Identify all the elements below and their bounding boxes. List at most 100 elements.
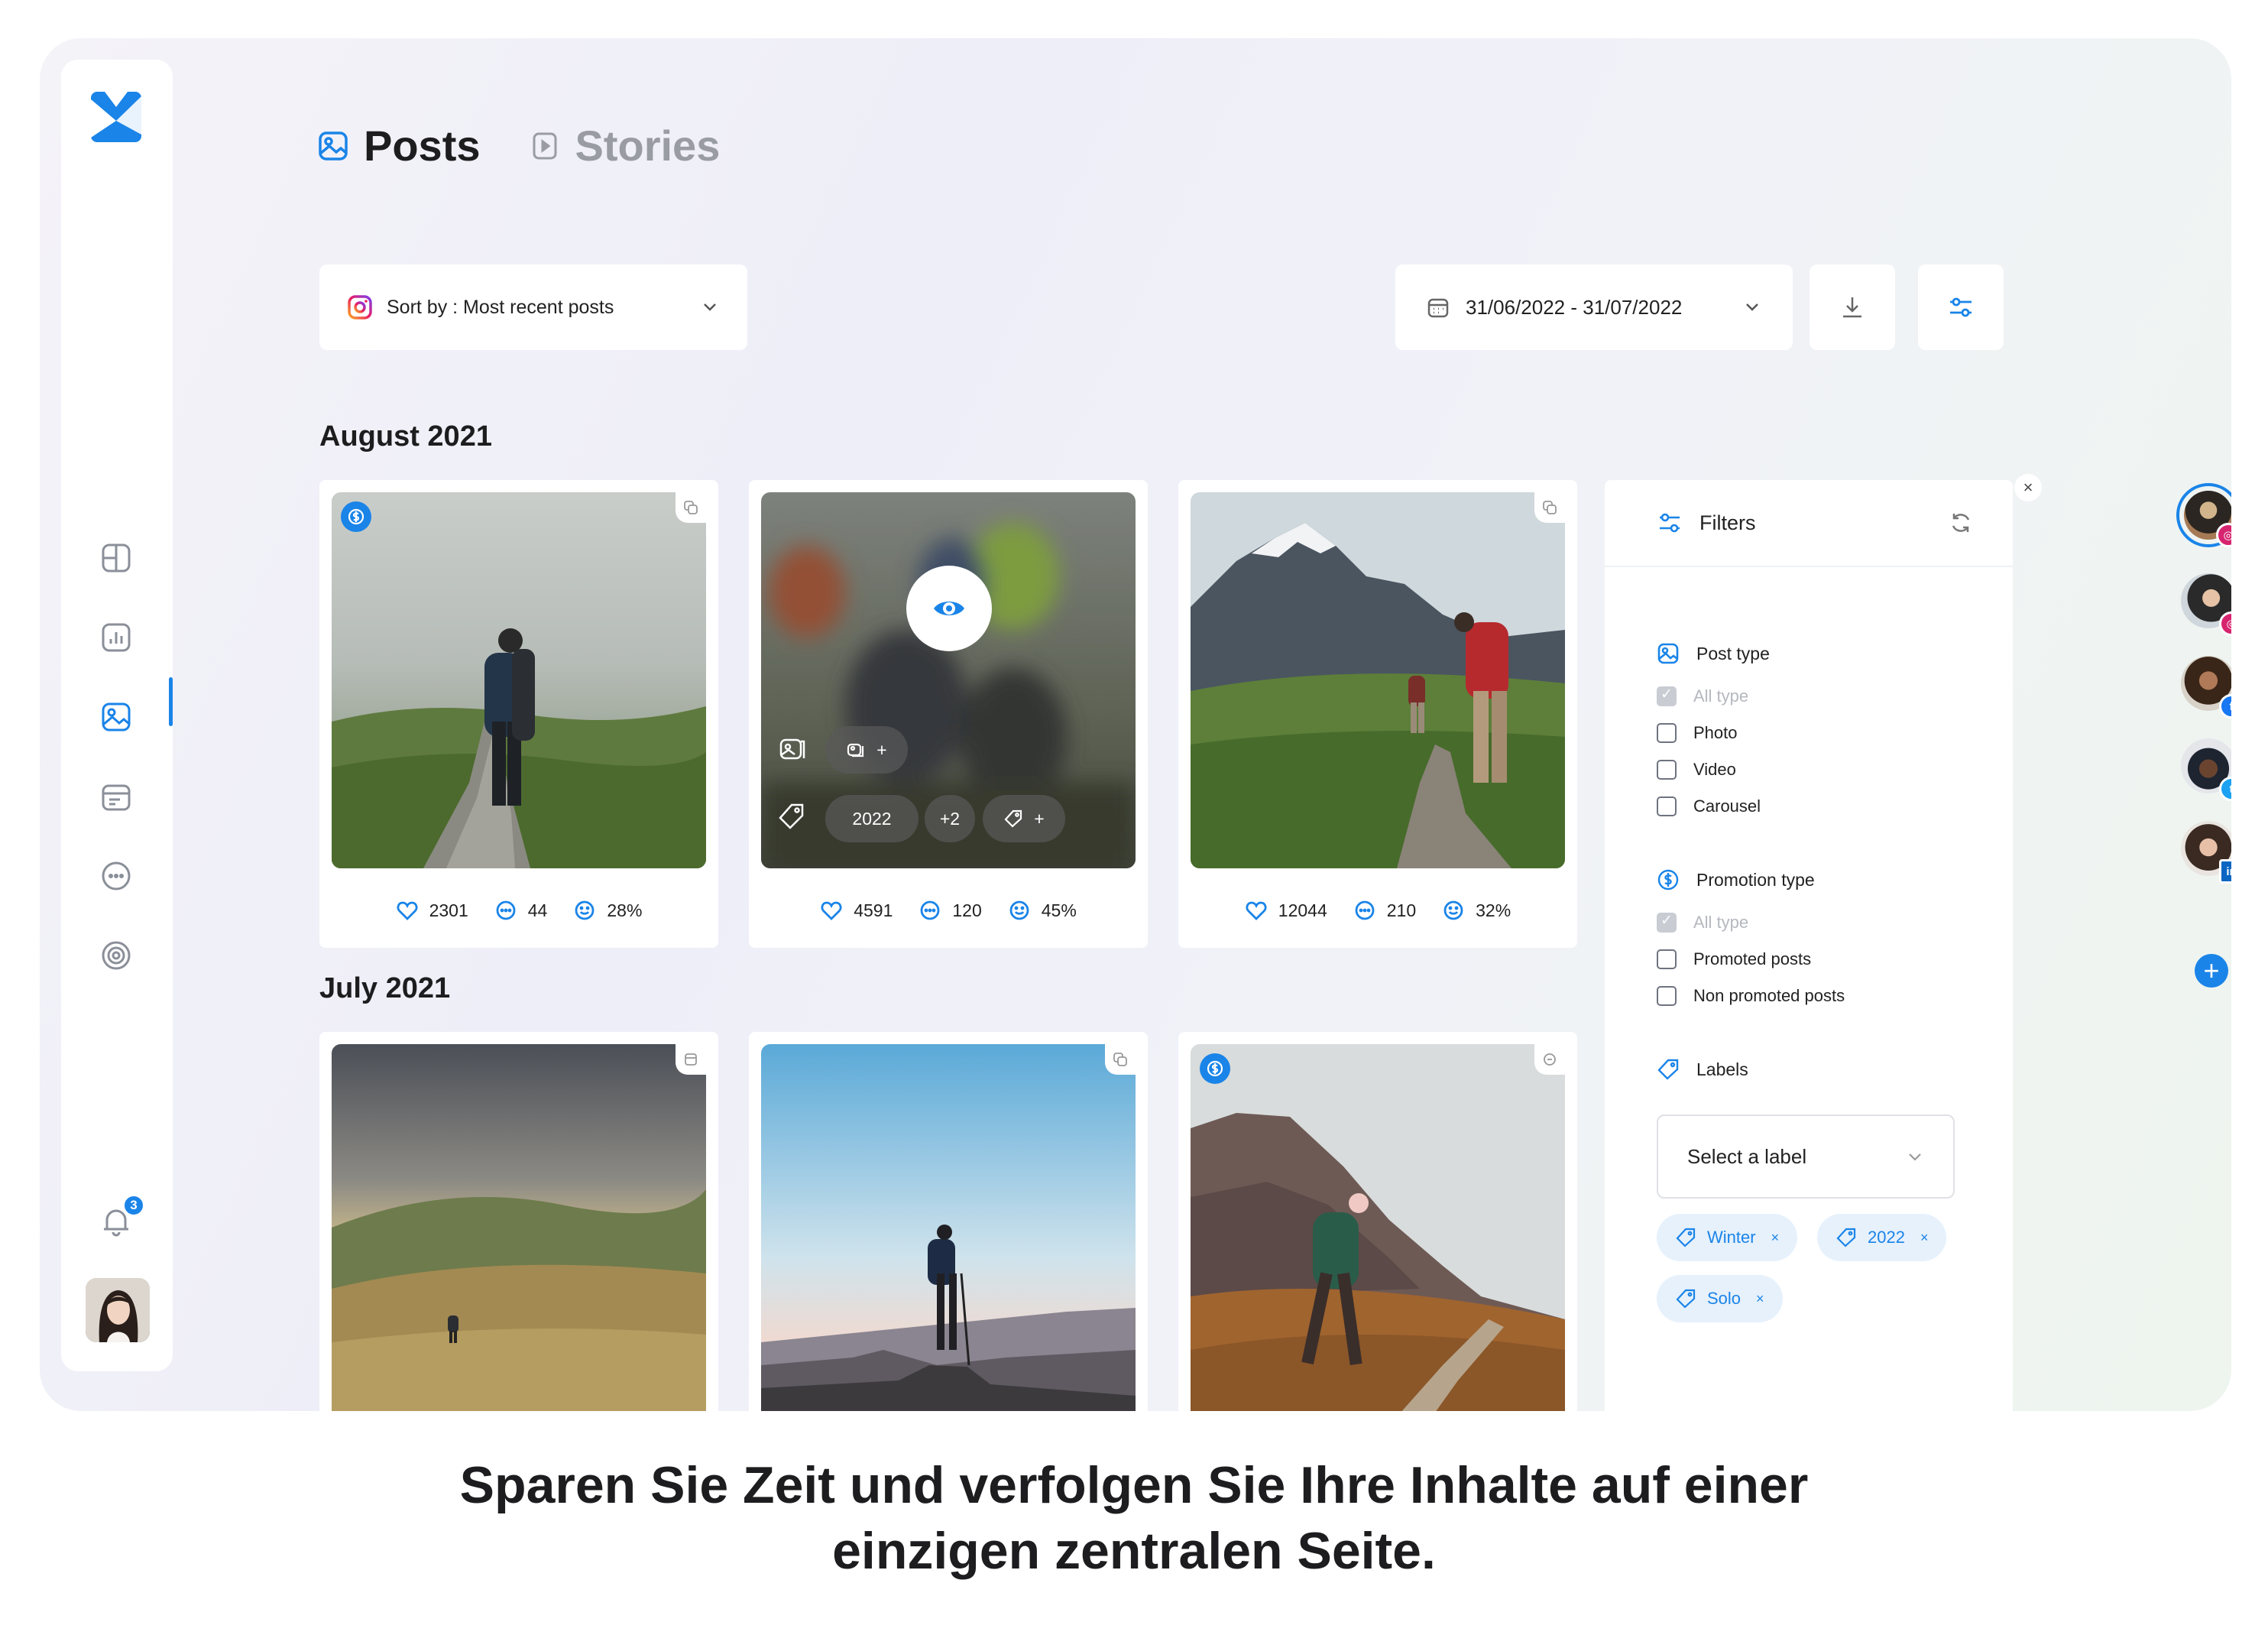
engagement-rate: 28%	[607, 900, 643, 920]
tab-stories[interactable]: Stories	[530, 121, 721, 170]
checkbox	[1657, 949, 1677, 969]
label-chip-2022[interactable]: 2022	[825, 795, 919, 842]
story-icon	[533, 132, 556, 159]
account-avatar-instagram[interactable]: ◎	[2176, 569, 2231, 636]
label-chip-winter[interactable]: Winter ×	[1657, 1214, 1798, 1261]
post-type-video-checkbox[interactable]: Video	[1657, 760, 1736, 780]
date-range-picker[interactable]: 31/06/2022 - 31/07/2022	[1395, 264, 1793, 350]
label-select-placeholder: Select a label	[1687, 1144, 1807, 1168]
checkbox	[1657, 912, 1677, 933]
notification-count-badge: 3	[122, 1194, 145, 1217]
chevron-down-icon	[1746, 303, 1758, 311]
comments-count: 210	[1386, 900, 1417, 920]
sort-dropdown[interactable]: Sort by : Most recent posts	[319, 264, 747, 350]
refresh-icon[interactable]	[1949, 511, 1973, 535]
carousel-type-icon	[676, 492, 706, 523]
image-icon	[319, 131, 348, 161]
view-post-button[interactable]	[906, 566, 992, 651]
app-logo[interactable]	[89, 90, 143, 144]
account-avatar-facebook[interactable]: f	[2176, 651, 2231, 719]
tag-icon	[779, 803, 804, 829]
comments-count: 120	[952, 900, 982, 920]
account-avatar-linkedin[interactable]: in	[2176, 816, 2231, 884]
checkbox	[1657, 760, 1677, 780]
smiley-icon	[1443, 900, 1463, 920]
nav-dashboard-icon[interactable]	[98, 540, 134, 576]
option-label: Promoted posts	[1693, 949, 1812, 968]
add-image-button[interactable]: +	[825, 726, 908, 774]
sidebar: 3	[61, 60, 173, 1371]
video-type-icon	[1534, 1044, 1565, 1075]
comments-stat: 120	[919, 899, 982, 922]
filters-title: Filters	[1699, 511, 1756, 534]
tag-icon	[1004, 809, 1022, 828]
promotion-all-checkbox[interactable]: All type	[1657, 912, 1749, 933]
engagement-stat: 45%	[1008, 899, 1077, 922]
chevron-down-icon	[1909, 1153, 1921, 1161]
account-avatar-instagram[interactable]: ◎	[2176, 483, 2231, 547]
more-labels-button[interactable]: +2	[925, 795, 975, 842]
checkbox	[1657, 723, 1677, 743]
label-select[interactable]: Select a label	[1657, 1114, 1955, 1199]
post-card[interactable]: 12044 210 32%	[1178, 480, 1577, 948]
promoted-badge-icon	[1200, 1053, 1230, 1084]
account-avatar-twitter[interactable]: t	[2176, 734, 2231, 801]
section-title-august: August 2021	[319, 420, 492, 453]
post-card[interactable]	[319, 1032, 718, 1411]
labels-heading: Labels	[1657, 1058, 1748, 1081]
checkbox	[1657, 796, 1677, 816]
label-chip-2022[interactable]: 2022 ×	[1817, 1214, 1947, 1261]
chip-label: 2022	[1868, 1228, 1905, 1247]
tab-posts[interactable]: Posts	[318, 121, 481, 170]
chevron-down-icon	[704, 303, 716, 311]
instagram-icon	[348, 295, 372, 320]
post-card[interactable]	[1178, 1032, 1577, 1411]
date-range-value: 31/06/2022 - 31/07/2022	[1466, 295, 1683, 319]
close-filters-button[interactable]: ×	[2014, 474, 2042, 501]
label-chip-solo[interactable]: Solo ×	[1657, 1275, 1783, 1322]
remove-chip-icon[interactable]: ×	[1756, 1291, 1764, 1307]
comment-icon	[1355, 900, 1375, 920]
engagement-rate: 45%	[1041, 900, 1077, 920]
download-button[interactable]	[1810, 264, 1895, 350]
add-label-button[interactable]: +	[983, 795, 1065, 842]
tab-stories-label: Stories	[575, 122, 721, 170]
more-labels-count: +2	[939, 808, 961, 829]
smiley-icon	[575, 900, 595, 920]
comments-stat: 44	[494, 899, 547, 922]
marketing-caption: Sparen Sie Zeit und verfolgen Sie Ihre I…	[0, 1452, 2268, 1584]
likes-count: 4591	[854, 900, 893, 920]
tag-icon	[1836, 1228, 1856, 1247]
post-card[interactable]: 2301 44 28%	[319, 480, 718, 948]
add-account-button[interactable]: +	[2195, 954, 2228, 988]
nav-calendar-icon[interactable]	[98, 778, 134, 815]
option-label: Non promoted posts	[1693, 986, 1845, 1005]
option-label: All type	[1693, 913, 1749, 932]
post-card[interactable]	[749, 1032, 1148, 1411]
promotion-type-heading: Promotion type	[1657, 868, 1815, 891]
post-type-carousel-checkbox[interactable]: Carousel	[1657, 796, 1761, 816]
section-title-july: July 2021	[319, 972, 451, 1004]
nav-listening-icon[interactable]	[98, 937, 134, 974]
smiley-icon	[1009, 900, 1029, 920]
remove-chip-icon[interactable]: ×	[1771, 1230, 1780, 1246]
filter-toggle-button[interactable]	[1918, 264, 2004, 350]
remove-chip-icon[interactable]: ×	[1920, 1230, 1929, 1246]
user-avatar[interactable]	[86, 1278, 150, 1342]
linkedin-icon: in	[2219, 859, 2231, 884]
promoted-posts-checkbox[interactable]: Promoted posts	[1657, 949, 1811, 969]
post-card[interactable]: + 2022 +2 + 4591 120 45%	[749, 480, 1148, 948]
comment-icon	[920, 900, 940, 920]
promoted-badge-icon	[341, 501, 371, 532]
nav-messages-icon[interactable]	[98, 858, 134, 894]
heart-icon	[397, 901, 418, 920]
nav-posts-icon[interactable]	[98, 699, 134, 735]
post-type-all-checkbox[interactable]: All type	[1657, 686, 1748, 706]
instagram-icon: ◎	[2216, 523, 2231, 547]
promotion-type-title: Promotion type	[1696, 869, 1815, 890]
caption-line-1: Sparen Sie Zeit und verfolgen Sie Ihre I…	[459, 1456, 1809, 1514]
chip-label: Winter	[1707, 1228, 1756, 1247]
nav-analytics-icon[interactable]	[98, 619, 134, 656]
non-promoted-posts-checkbox[interactable]: Non promoted posts	[1657, 986, 1845, 1006]
post-type-photo-checkbox[interactable]: Photo	[1657, 723, 1738, 743]
